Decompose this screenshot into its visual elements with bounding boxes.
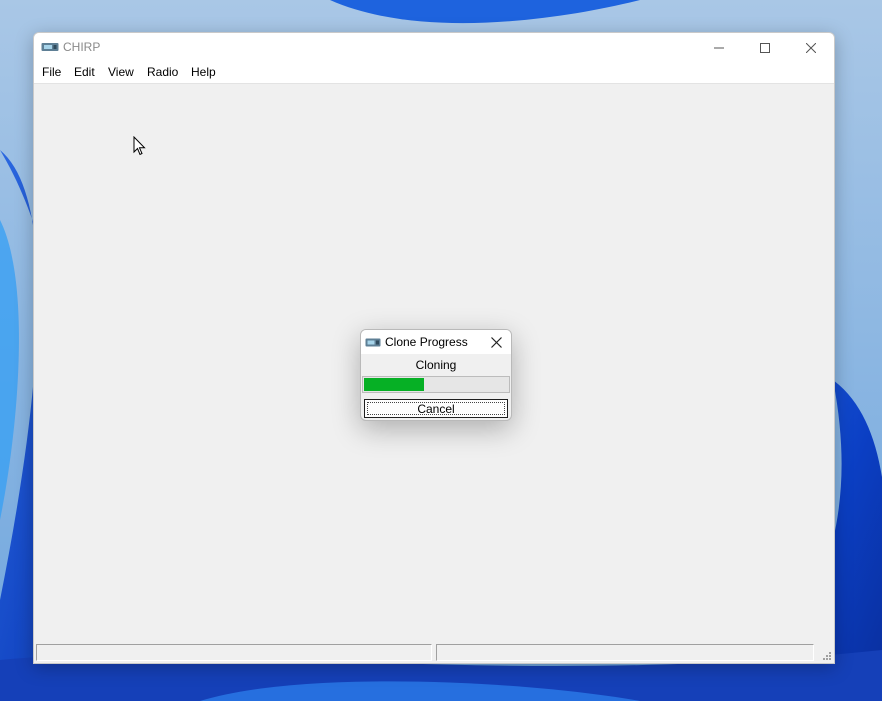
status-pane-left (36, 644, 432, 661)
menu-view[interactable]: View (107, 65, 135, 79)
maximize-icon (760, 42, 770, 53)
radio-icon (41, 43, 59, 51)
mouse-cursor-icon (133, 136, 146, 156)
clone-progress-bar (362, 376, 510, 393)
menu-radio[interactable]: Radio (146, 65, 179, 79)
cancel-button[interactable]: Cancel (364, 399, 508, 418)
menu-bar: File Edit View Radio Help (34, 62, 834, 84)
status-bar (34, 642, 834, 663)
menu-file[interactable]: File (41, 65, 62, 79)
title-bar[interactable]: CHIRP (34, 33, 834, 62)
dialog-title: Clone Progress (385, 335, 468, 349)
cloning-status-label: Cloning (415, 358, 457, 372)
menu-help[interactable]: Help (190, 65, 217, 79)
status-pane-right (436, 644, 814, 661)
dialog-close-button[interactable] (481, 330, 511, 354)
maximize-button[interactable] (742, 33, 788, 62)
minimize-button[interactable] (696, 33, 742, 62)
progress-fill (364, 378, 425, 391)
radio-icon (365, 338, 381, 347)
window-title: CHIRP (63, 40, 101, 54)
clone-progress-dialog: Clone Progress Cloning Cancel (360, 329, 512, 421)
minimize-icon (714, 47, 724, 48)
close-button[interactable] (788, 33, 834, 62)
close-icon (806, 42, 816, 53)
dialog-title-bar[interactable]: Clone Progress (361, 330, 511, 354)
close-icon (490, 336, 502, 348)
cancel-button-label: Cancel (417, 401, 455, 416)
resize-grip-icon[interactable] (822, 651, 831, 660)
menu-edit[interactable]: Edit (73, 65, 96, 79)
